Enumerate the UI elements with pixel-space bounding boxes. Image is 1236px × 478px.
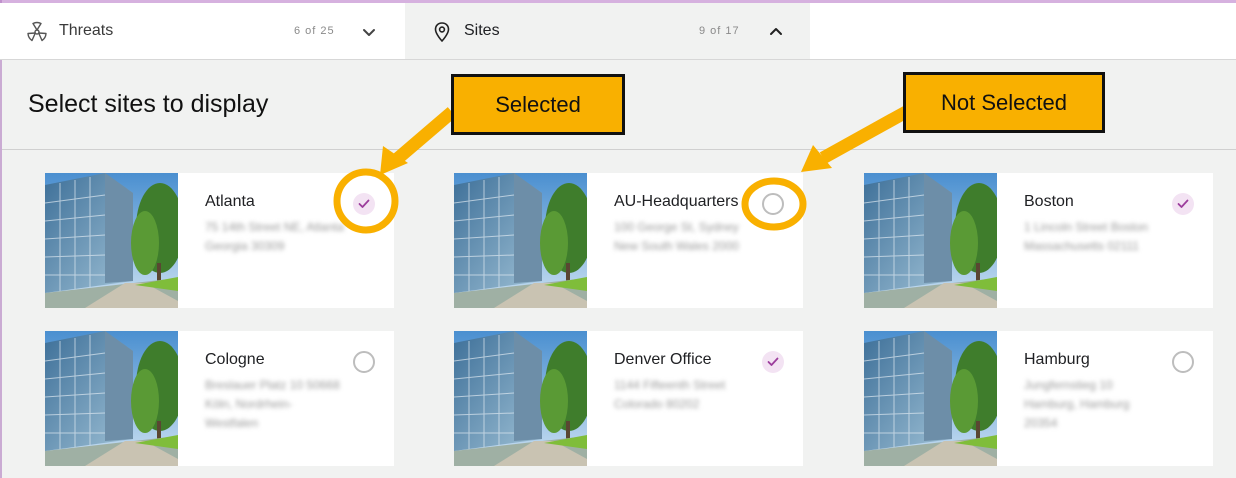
site-photo xyxy=(864,331,997,466)
site-select-checkbox[interactable] xyxy=(762,351,784,373)
chevron-down-icon[interactable] xyxy=(360,23,378,41)
site-address: 100 George St, Sydney New South Wales 20… xyxy=(614,220,739,253)
location-pin-icon xyxy=(434,22,450,43)
building-photo-icon xyxy=(454,173,587,308)
site-card-denver-office[interactable]: Denver Office 1144 Fifteenth Street Colo… xyxy=(454,331,803,466)
site-select-checkbox[interactable] xyxy=(762,193,784,215)
site-card-atlanta[interactable]: Atlanta 75 14th Street NE, Atlanta Georg… xyxy=(45,173,394,308)
site-name: Cologne xyxy=(205,351,265,368)
tab-sites-count: 9 of 17 xyxy=(699,25,740,37)
building-photo-icon xyxy=(864,173,997,308)
site-address: Jungfernstieg 10 Hamburg, Hamburg 20354 xyxy=(1024,378,1130,430)
not-selected-callout: Not Selected xyxy=(903,72,1105,133)
site-select-checkbox[interactable] xyxy=(1172,351,1194,373)
checkmark-icon xyxy=(1177,199,1189,208)
site-card-boston[interactable]: Boston 1 Lincoln Street Boston Massachus… xyxy=(864,173,1213,308)
site-card-cologne[interactable]: Cologne Breslauer Platz 10 50668 Köln, N… xyxy=(45,331,394,466)
checkmark-icon xyxy=(767,357,779,366)
site-photo xyxy=(45,173,178,308)
site-photo xyxy=(454,173,587,308)
site-address: Breslauer Platz 10 50668 Köln, Nordrhein… xyxy=(205,378,340,430)
checkmark-icon xyxy=(358,199,370,208)
site-select-checkbox[interactable] xyxy=(353,351,375,373)
building-photo-icon xyxy=(864,331,997,466)
tab-threats[interactable]: Threats 6 of 25 xyxy=(2,3,405,59)
chevron-up-icon[interactable] xyxy=(767,23,785,41)
radiation-icon xyxy=(27,21,47,42)
site-address: 1 Lincoln Street Boston Massachusetts 02… xyxy=(1024,220,1149,253)
site-select-checkbox[interactable] xyxy=(353,193,375,215)
site-name: AU-Headquarters xyxy=(614,193,739,210)
site-name: Hamburg xyxy=(1024,351,1090,368)
filter-tab-bar: Threats 6 of 25 Sites 9 of 17 xyxy=(0,3,1236,60)
selected-callout: Selected xyxy=(451,74,625,135)
tab-threats-count: 6 of 25 xyxy=(294,25,335,37)
site-select-checkbox[interactable] xyxy=(1172,193,1194,215)
tab-sites-label: Sites xyxy=(464,22,500,39)
panel-title: Select sites to display xyxy=(28,90,269,118)
site-name: Boston xyxy=(1024,193,1074,210)
site-photo xyxy=(45,331,178,466)
site-name: Denver Office xyxy=(614,351,712,368)
site-name: Atlanta xyxy=(205,193,255,210)
site-card-hamburg[interactable]: Hamburg Jungfernstieg 10 Hamburg, Hambur… xyxy=(864,331,1213,466)
building-photo-icon xyxy=(45,331,178,466)
tab-threats-label: Threats xyxy=(59,22,114,39)
site-photo xyxy=(864,173,997,308)
site-photo xyxy=(454,331,587,466)
building-photo-icon xyxy=(45,173,178,308)
site-address: 75 14th Street NE, Atlanta Georgia 30309 xyxy=(205,220,344,253)
tab-sites[interactable]: Sites 9 of 17 xyxy=(405,3,810,59)
building-photo-icon xyxy=(454,331,587,466)
site-address: 1144 Fifteenth Street Colorado 80202 xyxy=(614,378,726,411)
site-card-au-headquarters[interactable]: AU-Headquarters 100 George St, Sydney Ne… xyxy=(454,173,803,308)
